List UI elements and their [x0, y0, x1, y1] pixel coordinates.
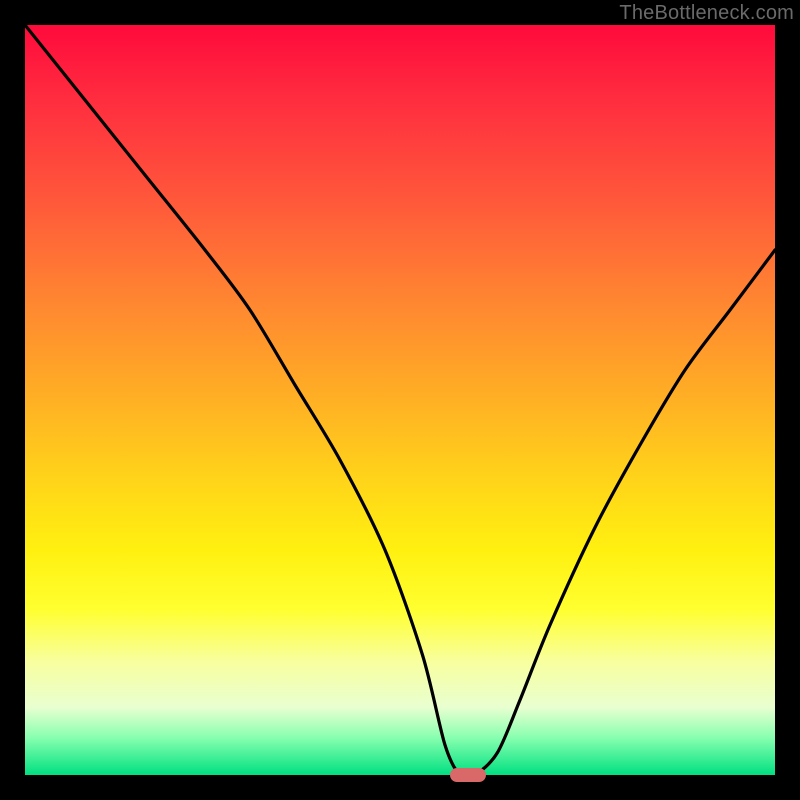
watermark-text: TheBottleneck.com	[619, 2, 794, 25]
curve-svg	[25, 25, 775, 775]
chart-frame: TheBottleneck.com	[0, 0, 800, 800]
plot-area	[25, 25, 775, 775]
bottleneck-curve	[25, 25, 775, 775]
optimal-marker	[450, 768, 486, 782]
